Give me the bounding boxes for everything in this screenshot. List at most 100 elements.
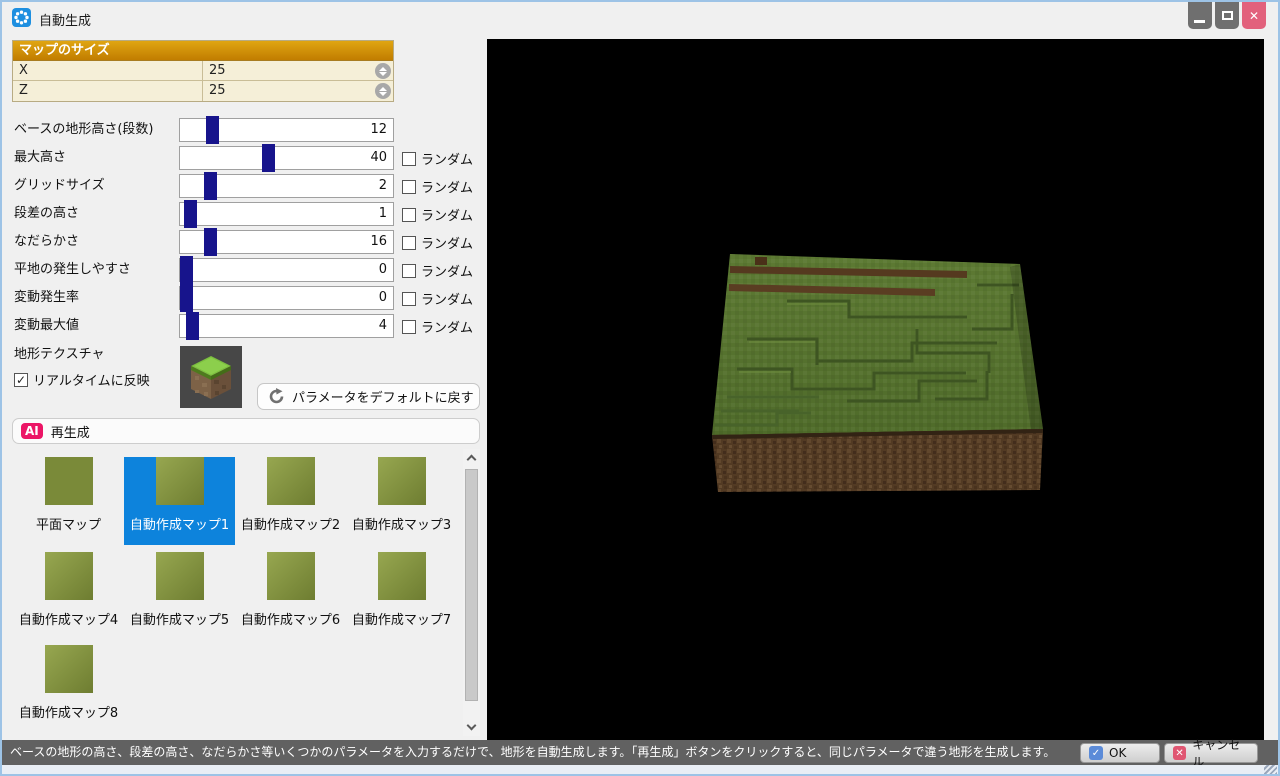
close-button[interactable]: ✕: [1242, 2, 1266, 29]
z-size-field[interactable]: 25: [203, 81, 393, 101]
chevron-down-icon: [467, 721, 477, 731]
map-item-auto4[interactable]: 自動作成マップ4: [13, 552, 124, 640]
checkbox-icon: [402, 208, 416, 222]
terrain-preview: [487, 39, 1264, 740]
slider-handle[interactable]: [204, 228, 217, 256]
param-row-variation-max: 変動最大値 4 ランダム: [2, 314, 482, 338]
scroll-up-button[interactable]: [463, 449, 480, 466]
z-size-spinner[interactable]: [375, 83, 391, 99]
ok-button-label: OK: [1109, 746, 1126, 760]
map-list-scrollbar[interactable]: [463, 449, 480, 736]
param-row-max-height: 最大高さ 40 ランダム: [2, 146, 482, 170]
slider-value: 40: [327, 147, 387, 169]
variation-max-slider[interactable]: 4: [179, 314, 394, 338]
map-item-label: 自動作成マップ4: [13, 609, 124, 628]
random-checkbox-grid-size[interactable]: ランダム: [402, 177, 473, 196]
x-size-spinner[interactable]: [375, 63, 391, 79]
map-item-flat[interactable]: 平面マップ: [13, 457, 124, 545]
param-label: 段差の高さ: [14, 202, 79, 226]
slider-handle[interactable]: [184, 200, 197, 228]
map-item-auto8[interactable]: 自動作成マップ8: [13, 645, 124, 733]
param-row-step-height: 段差の高さ 1 ランダム: [2, 202, 482, 226]
param-row-smoothness: なだらかさ 16 ランダム: [2, 230, 482, 254]
ok-button[interactable]: ✓ OK: [1080, 743, 1160, 763]
param-label: 変動発生率: [14, 286, 79, 310]
regenerate-button[interactable]: AI 再生成: [12, 418, 480, 444]
param-label: 平地の発生しやすさ: [14, 258, 131, 282]
resize-grip[interactable]: [1264, 765, 1277, 776]
random-label: ランダム: [421, 317, 473, 336]
slider-value: 1: [327, 203, 387, 225]
map-thumbnail: [156, 457, 204, 505]
max-height-slider[interactable]: 40: [179, 146, 394, 170]
close-icon: ✕: [1249, 9, 1259, 23]
map-item-label: 自動作成マップ7: [346, 609, 457, 628]
slider-handle[interactable]: [180, 284, 193, 312]
terrain-3d-viewport[interactable]: [487, 39, 1264, 740]
map-item-auto7[interactable]: 自動作成マップ7: [346, 552, 457, 640]
chevron-up-icon: [467, 455, 477, 465]
param-row-base-height: ベースの地形高さ(段数) 12: [2, 118, 482, 142]
slider-handle[interactable]: [204, 172, 217, 200]
checkbox-icon: [402, 320, 416, 334]
param-label: なだらかさ: [14, 230, 79, 254]
spin-up-icon: [379, 87, 387, 91]
random-checkbox-variation-rate[interactable]: ランダム: [402, 289, 473, 308]
x-size-value: 25: [209, 63, 226, 78]
step-height-slider[interactable]: 1: [179, 202, 394, 226]
x-size-field[interactable]: 25: [203, 61, 393, 80]
param-label: グリッドサイズ: [14, 174, 105, 198]
param-label: ベースの地形高さ(段数): [14, 118, 154, 142]
map-item-label: 平面マップ: [13, 514, 124, 533]
random-checkbox-max-height[interactable]: ランダム: [402, 149, 473, 168]
map-item-auto2[interactable]: 自動作成マップ2: [235, 457, 346, 545]
x-size-label: X: [13, 61, 203, 80]
grid-size-slider[interactable]: 2: [179, 174, 394, 198]
map-item-auto3[interactable]: 自動作成マップ3: [346, 457, 457, 545]
map-item-auto1[interactable]: 自動作成マップ1: [124, 457, 235, 545]
title-bar: 自動生成 ✕: [2, 2, 1278, 34]
maximize-button[interactable]: [1215, 2, 1239, 29]
map-thumbnail: [267, 457, 315, 505]
checkbox-icon: [402, 264, 416, 278]
map-thumbnail: [378, 552, 426, 600]
reset-undo-icon: [268, 388, 285, 405]
flatland-slider[interactable]: 0: [179, 258, 394, 282]
table-row: X 25: [13, 61, 393, 81]
map-item-auto5[interactable]: 自動作成マップ5: [124, 552, 235, 640]
slider-handle[interactable]: [262, 144, 275, 172]
checkbox-checked-icon: ✓: [14, 373, 28, 387]
spin-down-icon: [379, 92, 387, 96]
random-checkbox-flatland[interactable]: ランダム: [402, 261, 473, 280]
variation-rate-slider[interactable]: 0: [179, 286, 394, 310]
random-checkbox-step-height[interactable]: ランダム: [402, 205, 473, 224]
window-title: 自動生成: [39, 10, 91, 29]
checkbox-icon: [402, 152, 416, 166]
slider-value: 2: [327, 175, 387, 197]
smoothness-slider[interactable]: 16: [179, 230, 394, 254]
map-item-auto6[interactable]: 自動作成マップ6: [235, 552, 346, 640]
random-checkbox-smoothness[interactable]: ランダム: [402, 233, 473, 252]
checkbox-icon: [402, 180, 416, 194]
random-checkbox-variation-max[interactable]: ランダム: [402, 317, 473, 336]
maximize-icon: [1222, 11, 1233, 20]
scrollbar-thumb[interactable]: [465, 469, 478, 701]
slider-value: 12: [327, 119, 387, 141]
param-row-variation-rate: 変動発生率 0 ランダム: [2, 286, 482, 310]
realtime-checkbox[interactable]: ✓ リアルタイムに反映: [14, 370, 150, 389]
dice-generate-icon: [12, 8, 31, 27]
base-height-slider[interactable]: 12: [179, 118, 394, 142]
reset-parameters-button[interactable]: パラメータをデフォルトに戻す: [257, 383, 480, 410]
z-size-value: 25: [209, 83, 226, 98]
slider-handle[interactable]: [180, 256, 193, 284]
status-bar: ベースの地形の高さ、段差の高さ、なだらかさ等いくつかのパラメータを入力するだけで…: [2, 740, 1278, 765]
slider-handle[interactable]: [186, 312, 199, 340]
scroll-down-button[interactable]: [463, 719, 480, 736]
slider-value: 0: [327, 287, 387, 309]
minimize-button[interactable]: [1188, 2, 1212, 29]
map-thumbnail: [45, 457, 93, 505]
slider-handle[interactable]: [206, 116, 219, 144]
map-size-table: マップのサイズ X 25 Z 25: [12, 40, 394, 102]
cancel-button[interactable]: ✕ キャンセル: [1164, 743, 1258, 763]
terrain-texture-preview[interactable]: [180, 346, 242, 408]
